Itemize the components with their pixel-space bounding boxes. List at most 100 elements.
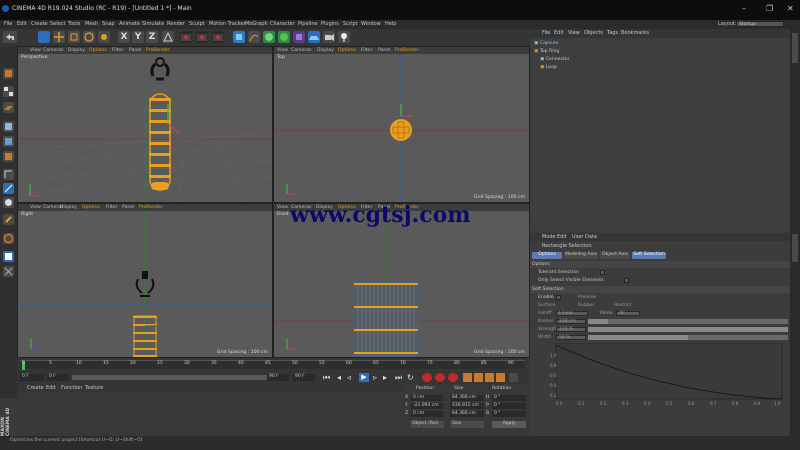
- light-icon[interactable]: [338, 31, 350, 43]
- tab-options[interactable]: Options: [532, 252, 562, 259]
- vp-menu-options[interactable]: Options: [338, 48, 356, 53]
- menu-tools[interactable]: Tools: [68, 21, 80, 27]
- vp-menu-panel[interactable]: Panel: [378, 48, 390, 53]
- tab-modeling-axis[interactable]: Modeling Axis: [564, 252, 598, 259]
- min-frame-field[interactable]: 0 F: [47, 374, 69, 381]
- vp-menu-filter[interactable]: Filter: [112, 48, 123, 53]
- menu-window[interactable]: Window: [361, 21, 381, 27]
- radius-field[interactable]: 100 cm: [556, 319, 586, 324]
- tweak-mode-icon[interactable]: [3, 233, 14, 244]
- obj-menu-tags[interactable]: Tags: [607, 30, 618, 36]
- make-editable-icon[interactable]: [3, 68, 14, 79]
- cube-object-icon[interactable]: [233, 31, 245, 43]
- menu-motion-tracker[interactable]: Motion Tracker: [209, 21, 246, 27]
- cloner-icon[interactable]: [278, 31, 290, 43]
- obj-menu-file[interactable]: File: [542, 30, 550, 36]
- deformer-icon[interactable]: [293, 31, 305, 43]
- rotation-h-field[interactable]: 0 °: [492, 395, 526, 401]
- menu-mograph[interactable]: MoGraph: [245, 21, 268, 27]
- tab-object-axis[interactable]: Object Axis: [600, 252, 630, 259]
- object-item-loop[interactable]: ▣ Loop: [540, 65, 557, 70]
- mat-menu-texture[interactable]: Texture: [85, 385, 103, 391]
- obj-menu-edit[interactable]: Edit: [554, 30, 564, 36]
- timeline-settings-icon[interactable]: [509, 373, 518, 382]
- render-settings-icon[interactable]: [212, 31, 224, 43]
- record-icon[interactable]: [422, 373, 432, 382]
- pen-spline-icon[interactable]: [248, 31, 260, 43]
- coordinate-mode-dropdown[interactable]: Object (Rel): [410, 421, 444, 428]
- vp-menu-view[interactable]: View: [30, 48, 41, 53]
- move-icon[interactable]: [53, 31, 65, 43]
- texture-mode-icon[interactable]: [3, 86, 14, 97]
- prev-frame-icon[interactable]: ◃: [347, 373, 351, 382]
- z-axis-lock-icon[interactable]: Z: [146, 31, 158, 43]
- menu-mesh[interactable]: Mesh: [85, 21, 98, 27]
- x-axis-lock-icon[interactable]: X: [118, 31, 130, 43]
- record-position-icon[interactable]: [463, 373, 472, 382]
- record-scale-icon[interactable]: [474, 373, 483, 382]
- animation-mode-icon[interactable]: [3, 151, 14, 162]
- only-visible-checkbox[interactable]: [624, 278, 629, 283]
- size-z-field[interactable]: 84.366 cm: [450, 411, 484, 417]
- vp-menu-panel[interactable]: Panel: [129, 48, 141, 53]
- tab-objects[interactable]: [792, 33, 798, 63]
- tolerant-selection-checkbox[interactable]: [600, 270, 605, 275]
- viewport-perspective[interactable]: View Cameras Display Options Filter Pane…: [17, 46, 273, 203]
- tab-attributes[interactable]: [792, 234, 798, 262]
- obj-menu-view[interactable]: View: [568, 30, 580, 36]
- falloff-dropdown[interactable]: Linear: [556, 311, 588, 316]
- record-rotation-icon[interactable]: [485, 373, 494, 382]
- play-icon[interactable]: ▶: [359, 373, 369, 382]
- undo-icon[interactable]: [3, 31, 17, 43]
- menu-plugins[interactable]: Plugins: [321, 21, 339, 27]
- menu-render[interactable]: Render: [167, 21, 185, 27]
- position-z-field[interactable]: 0 cm: [411, 411, 443, 417]
- prev-key-icon[interactable]: ◂: [337, 373, 341, 382]
- layout-dropdown[interactable]: Startup: [736, 21, 784, 27]
- strength-field[interactable]: 100 %: [556, 327, 586, 332]
- menu-file[interactable]: File: [4, 21, 12, 27]
- rotation-p-field[interactable]: 0 °: [492, 403, 526, 409]
- size-x-field[interactable]: 84.366 cm: [450, 395, 484, 401]
- menu-sculpt[interactable]: Sculpt: [189, 21, 205, 27]
- subdivision-surface-icon[interactable]: [263, 31, 275, 43]
- object-item-top-ring[interactable]: ▣ Top Ring: [534, 49, 559, 54]
- recent-tool-icon[interactable]: [98, 31, 110, 43]
- width-slider[interactable]: [588, 335, 788, 340]
- obj-menu-objects[interactable]: Objects: [584, 30, 603, 36]
- go-to-start-icon[interactable]: ⏮: [323, 373, 330, 383]
- position-y-field[interactable]: -21.093 cm: [411, 403, 443, 409]
- vp-menu-display[interactable]: Display: [68, 48, 85, 53]
- vp-menu-panel[interactable]: Panel: [122, 205, 134, 210]
- apply-button[interactable]: Apply: [492, 421, 526, 428]
- model-mode-icon[interactable]: [3, 121, 14, 132]
- attr-menu-edit[interactable]: Edit: [557, 234, 567, 240]
- vp-menu-options[interactable]: Options: [82, 205, 100, 210]
- position-x-field[interactable]: 0 cm: [411, 395, 443, 401]
- enable-checkbox[interactable]: [556, 295, 561, 300]
- vp-menu-view[interactable]: View: [30, 205, 41, 210]
- vp-menu-options[interactable]: Options: [89, 48, 107, 53]
- menu-script[interactable]: Script: [343, 21, 358, 27]
- vp-menu-cameras[interactable]: Cameras: [43, 48, 63, 53]
- mat-menu-function[interactable]: Function: [61, 385, 82, 391]
- vp-menu-prorender[interactable]: ProRender: [146, 48, 170, 53]
- timeline-ruler[interactable]: 0 5 10 15 20 25 30 35 40 45 50 55 60 65 …: [20, 360, 525, 370]
- next-key-icon[interactable]: ▸: [383, 373, 387, 382]
- vp-menu-filter[interactable]: Filter: [361, 48, 372, 53]
- menu-pipeline[interactable]: Pipeline: [298, 21, 318, 27]
- menu-character[interactable]: Character: [270, 21, 295, 27]
- width-field[interactable]: 50 %: [556, 335, 586, 340]
- rotation-b-field[interactable]: 0 °: [492, 411, 526, 417]
- vp-menu-cameras[interactable]: Cameras: [291, 48, 311, 53]
- workplane-lock-icon[interactable]: [3, 266, 14, 277]
- menu-help[interactable]: Help: [385, 21, 396, 27]
- next-frame-icon[interactable]: ▹: [373, 373, 377, 382]
- vp-menu-display[interactable]: Display: [60, 205, 77, 210]
- mat-menu-edit[interactable]: Edit: [46, 385, 56, 391]
- close-icon[interactable]: ✕: [787, 4, 794, 13]
- keyframe-selection-icon[interactable]: [448, 373, 458, 382]
- end-frame-field[interactable]: 90 F: [293, 374, 315, 381]
- vp-menu-filter[interactable]: Filter: [106, 205, 117, 210]
- size-y-field[interactable]: 436.915 cm: [450, 403, 484, 409]
